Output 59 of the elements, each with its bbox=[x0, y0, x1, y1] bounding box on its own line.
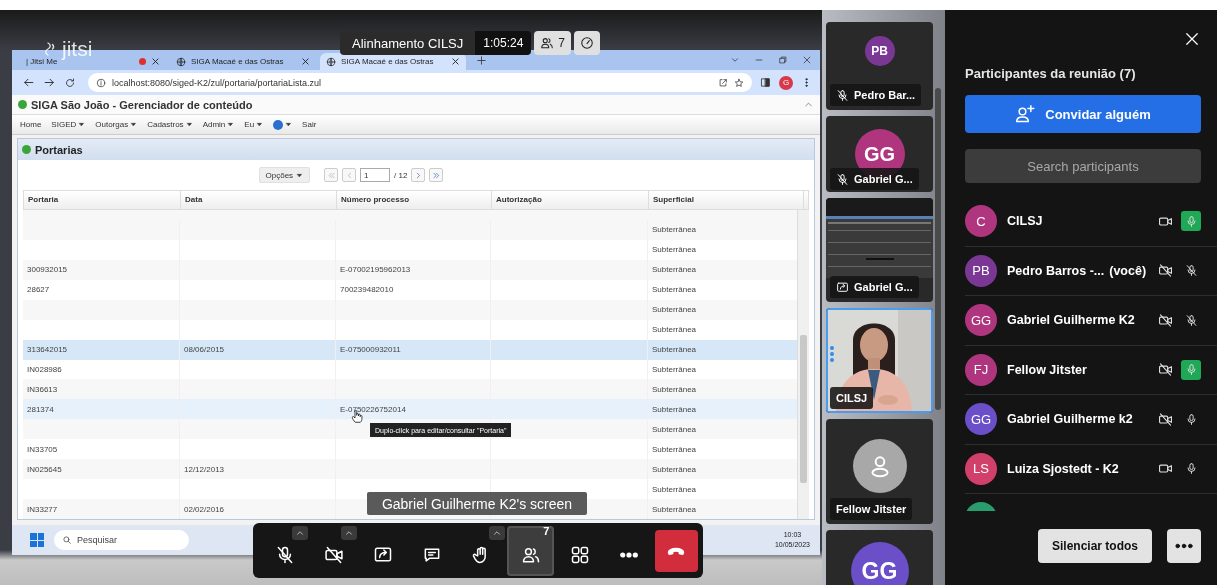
page-total: / 12 bbox=[394, 170, 408, 180]
table-cell: Subterrânea bbox=[652, 305, 697, 315]
table-cell: Subterrânea bbox=[652, 245, 697, 255]
panel-title: Participantes da reunião (7) bbox=[965, 66, 1137, 81]
participant-count: 7 bbox=[543, 524, 550, 537]
table-cell: 281374 bbox=[27, 404, 54, 414]
avatar: GG bbox=[850, 542, 909, 585]
table-cell: IN025645 bbox=[27, 464, 62, 474]
table-cell: Subterrânea bbox=[652, 404, 697, 414]
table-cell: 300932015 bbox=[27, 265, 68, 275]
avatar: PB bbox=[864, 36, 895, 66]
table-cell: Subterrânea bbox=[652, 484, 697, 494]
table-cell: 12/12/2013 bbox=[184, 464, 225, 474]
table-cell: Subterrânea bbox=[652, 424, 697, 434]
participant-name: CILSJ bbox=[830, 387, 874, 409]
self-label: (você) bbox=[1109, 263, 1147, 278]
table-cell: Subterrânea bbox=[652, 464, 697, 474]
avatar: LS bbox=[965, 452, 997, 485]
panel-title: Portarias bbox=[35, 143, 83, 156]
table-cell: IN028986 bbox=[27, 364, 62, 374]
avatar: GG bbox=[965, 304, 997, 337]
table-cell: Subterrânea bbox=[652, 265, 697, 275]
participant-name: Luiza Sjostedt - K2 bbox=[1007, 461, 1119, 476]
participant-name: Gabriel G... bbox=[830, 168, 919, 190]
meeting-timer: 1:05:24 bbox=[475, 31, 532, 55]
table-cell: 28627 bbox=[27, 285, 50, 295]
participant-name: Pedro Bar... bbox=[830, 84, 922, 106]
app-title: SIGA São João - Gerenciador de conteúdo bbox=[31, 98, 253, 111]
participant-name: Gabriel Guilherme k2 bbox=[1007, 412, 1133, 427]
table-cell: E-0750226752014 bbox=[340, 404, 406, 414]
participant-name: Fellow Jitster bbox=[830, 498, 913, 520]
participant-name: CILSJ bbox=[1007, 214, 1043, 229]
table-cell: Subterrânea bbox=[652, 364, 697, 374]
participant-name: Fellow Jitster bbox=[1007, 362, 1087, 377]
table-cell: 700239482010 bbox=[340, 285, 394, 295]
table-cell: Subterrânea bbox=[652, 325, 697, 335]
participant-name: Gabriel G... bbox=[830, 276, 919, 298]
table-cell: Subterrânea bbox=[652, 225, 697, 235]
table-cell: Subterrânea bbox=[652, 444, 697, 454]
table-cell: IN33277 bbox=[27, 504, 58, 514]
avatar: FJ bbox=[965, 353, 997, 386]
table-cell: Subterrânea bbox=[652, 384, 697, 394]
participant-name: Gabriel Guilherme K2 bbox=[1007, 313, 1135, 328]
table-cell: IN36613 bbox=[27, 384, 58, 394]
table-cell: IN33705 bbox=[27, 444, 58, 454]
avatar: GG bbox=[965, 403, 997, 436]
table-cell: E-07002195962013 bbox=[340, 265, 411, 275]
table-cell: 02/02/2016 bbox=[184, 504, 225, 514]
table-cell: Subterrânea bbox=[652, 345, 697, 355]
avatar: C bbox=[965, 205, 997, 238]
table-cell: 313642015 bbox=[27, 345, 68, 355]
avatar: PB bbox=[965, 254, 997, 287]
table-cell: Subterrânea bbox=[652, 504, 697, 514]
participant-name: Pedro Barros -... bbox=[1007, 263, 1105, 278]
table-cell: E-075000932011 bbox=[340, 345, 401, 355]
meeting-title: Alinhamento CILSJ bbox=[340, 31, 476, 55]
table-cell: 08/06/2015 bbox=[184, 345, 225, 355]
table-cell: Subterrânea bbox=[652, 285, 697, 295]
screen-name-tooltip: Gabriel Guilherme K2's screen bbox=[367, 492, 587, 515]
